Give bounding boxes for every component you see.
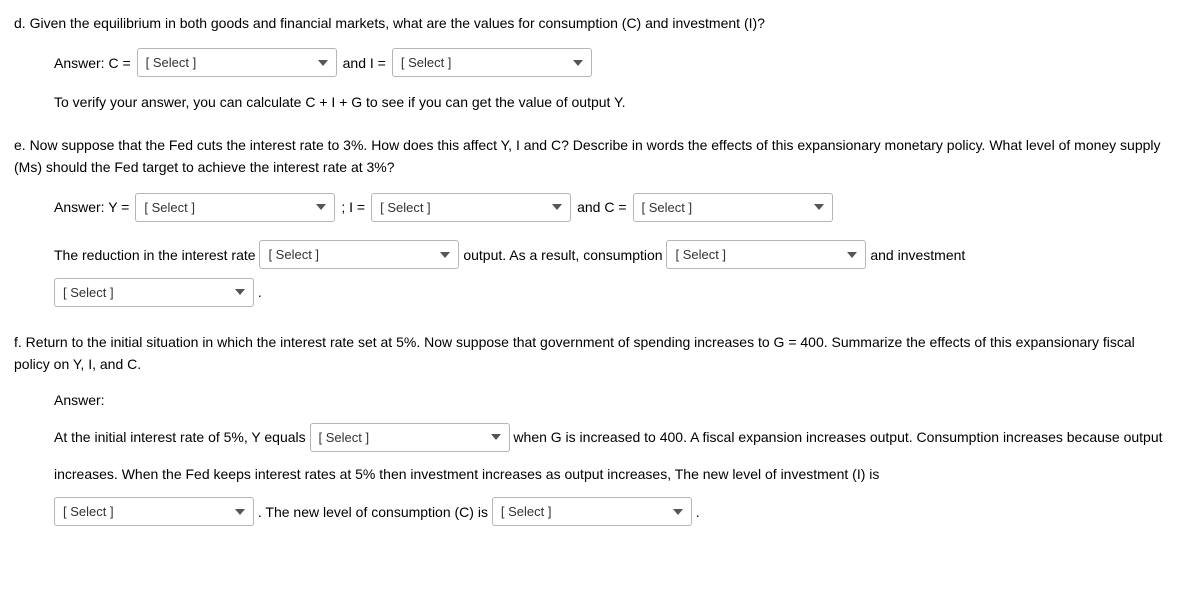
- answer-f-paragraph: At the initial interest rate of 5%, Y eq…: [54, 418, 1163, 530]
- label-and-c: and C =: [577, 196, 626, 218]
- question-f: f. Return to the initial situation in wh…: [14, 331, 1163, 531]
- select-e-c[interactable]: [ Select ]: [633, 193, 833, 222]
- label-answer-y: Answer: Y =: [54, 196, 129, 218]
- text-period-e: .: [258, 284, 262, 300]
- select-e-investment[interactable]: [ Select ]: [54, 278, 254, 307]
- select-d-c[interactable]: [ Select ]: [137, 48, 337, 77]
- verify-text: To verify your answer, you can calculate…: [54, 91, 1163, 113]
- text-and-investment: and investment: [870, 247, 965, 263]
- select-e-y[interactable]: [ Select ]: [135, 193, 335, 222]
- answer-e-line1: Answer: Y = [ Select ] ; I = [ Select ] …: [54, 193, 1163, 222]
- question-f-text: f. Return to the initial situation in wh…: [14, 331, 1163, 376]
- question-d: d. Given the equilibrium in both goods a…: [14, 12, 1163, 114]
- f-text1: At the initial interest rate of 5%, Y eq…: [54, 429, 306, 445]
- select-e-reduction[interactable]: [ Select ]: [259, 240, 459, 269]
- label-and-i: and I =: [343, 52, 386, 74]
- f-text4: . The new level of consumption (C) is: [258, 504, 488, 520]
- text-output: output. As a result, consumption: [463, 247, 662, 263]
- label-answer-c: Answer: C =: [54, 52, 131, 74]
- f-text2: when G is increased to 400. A fiscal exp…: [513, 429, 999, 445]
- select-e-i[interactable]: [ Select ]: [371, 193, 571, 222]
- question-e: e. Now suppose that the Fed cuts the int…: [14, 134, 1163, 311]
- question-e-text: e. Now suppose that the Fed cuts the int…: [14, 134, 1163, 179]
- question-d-text: d. Given the equilibrium in both goods a…: [14, 12, 1163, 34]
- label-i: ; I =: [341, 196, 365, 218]
- answer-e-line2: The reduction in the interest rate [ Sel…: [54, 236, 1163, 311]
- select-f-y[interactable]: [ Select ]: [310, 423, 510, 452]
- select-f-investment[interactable]: [ Select ]: [54, 497, 254, 526]
- answer-d-line: Answer: C = [ Select ] and I = [ Select …: [54, 48, 1163, 77]
- label-answer-f: Answer:: [54, 389, 1163, 411]
- text-reduction: The reduction in the interest rate: [54, 247, 256, 263]
- select-e-consumption[interactable]: [ Select ]: [666, 240, 866, 269]
- select-d-i[interactable]: [ Select ]: [392, 48, 592, 77]
- select-f-consumption[interactable]: [ Select ]: [492, 497, 692, 526]
- text-period-f: .: [696, 504, 700, 520]
